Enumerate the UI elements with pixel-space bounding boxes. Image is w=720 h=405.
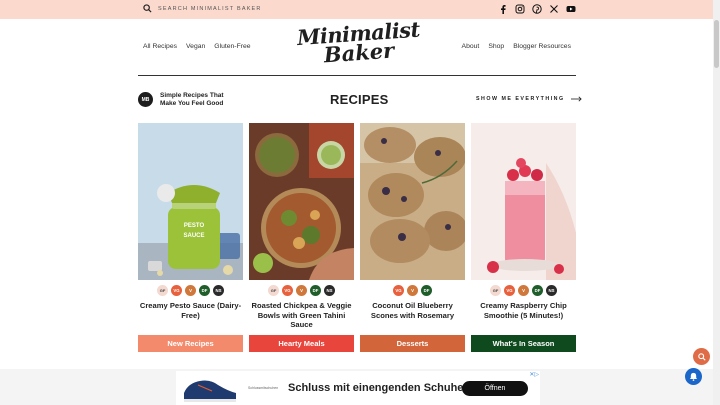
tag-gf: GF (268, 285, 279, 296)
tag-df: DF (532, 285, 543, 296)
new-recipes-button[interactable]: New Recipes (138, 335, 243, 352)
facebook-icon[interactable] (498, 4, 508, 14)
shoe-image (184, 380, 236, 402)
nav-vegan[interactable]: Vegan (186, 43, 205, 50)
tag-ns: NS (213, 285, 224, 296)
pinterest-icon[interactable] (532, 4, 542, 14)
nav-left: All Recipes Vegan Gluten-Free (143, 43, 251, 50)
diet-tags-chickpea-bowls: GF VG V DF NS (249, 285, 354, 296)
header-divider (138, 75, 576, 76)
mb-badge-logo: MB (138, 92, 153, 107)
arrow-right-icon (570, 96, 582, 102)
whats-in-season-button[interactable]: What's In Season (471, 335, 576, 352)
tag-ns: NS (324, 285, 335, 296)
diet-tags-smoothie: GF VG V DF NS (471, 285, 576, 296)
nav-about[interactable]: About (462, 43, 480, 50)
tag-gf: GF (490, 285, 501, 296)
nav-blogger-resources[interactable]: Blogger Resources (513, 43, 571, 50)
tag-vg: VG (282, 285, 293, 296)
ad-headline[interactable]: Schluss mit einengenden Schuhe (288, 382, 463, 394)
diet-tags-pesto: GF VG V DF NS (138, 285, 243, 296)
top-bar: SEARCH MINIMALIST BAKER (0, 0, 720, 19)
ad-close-icon[interactable]: ✕▷ (529, 371, 539, 378)
desserts-button[interactable]: Desserts (360, 335, 465, 352)
nav-all-recipes[interactable]: All Recipes (143, 43, 177, 50)
ad-brand: Schlussmitschuhen (248, 386, 279, 390)
recipe-image-chickpea-bowls[interactable] (249, 123, 354, 280)
search-icon (143, 4, 152, 13)
tag-v: V (407, 285, 418, 296)
nav-gluten-free[interactable]: Gluten-Free (214, 43, 250, 50)
ad-open-button[interactable]: Öffnen (462, 381, 528, 396)
notification-bell-button[interactable] (685, 368, 702, 385)
tag-df: DF (310, 285, 321, 296)
tagline: Simple Recipes That Make You Feel Good (160, 92, 224, 107)
ad-banner[interactable]: Schlussmitschuhen Schluss mit einengende… (176, 371, 540, 405)
youtube-icon[interactable] (566, 4, 576, 14)
show-me-everything-link[interactable]: SHOW ME EVERYTHING (476, 96, 582, 102)
recipe-title-pesto[interactable]: Creamy Pesto Sauce (Dairy-Free) (138, 301, 243, 320)
recipe-image-scones[interactable] (360, 123, 465, 280)
search-icon (697, 352, 706, 361)
search-placeholder[interactable]: SEARCH MINIMALIST BAKER (158, 6, 262, 12)
scrollbar-thumb[interactable] (714, 20, 719, 68)
site-logo[interactable]: Minimalist Baker (296, 17, 420, 70)
tag-v: V (296, 285, 307, 296)
tag-vg: VG (504, 285, 515, 296)
nav-shop[interactable]: Shop (488, 43, 504, 50)
search-bar[interactable]: SEARCH MINIMALIST BAKER (143, 4, 262, 13)
tag-v: V (185, 285, 196, 296)
diet-tags-scones: VG V DF (360, 285, 465, 296)
tag-v: V (518, 285, 529, 296)
section-title: RECIPES (330, 92, 389, 107)
tag-ns: NS (546, 285, 557, 296)
recipe-title-scones[interactable]: Coconut Oil Blueberry Scones with Rosema… (360, 301, 465, 320)
tag-df: DF (199, 285, 210, 296)
instagram-icon[interactable] (515, 4, 525, 14)
recipe-title-chickpea-bowls[interactable]: Roasted Chickpea & Veggie Bowls with Gre… (249, 301, 354, 330)
nav-right: About Shop Blogger Resources (462, 43, 571, 50)
recipe-image-smoothie[interactable] (471, 123, 576, 280)
recipe-image-pesto[interactable]: PESTO SAUCE (138, 123, 243, 280)
x-icon[interactable] (549, 4, 559, 14)
scrollbar[interactable] (713, 0, 720, 405)
jar-label-line-1: PESTO (184, 223, 205, 229)
social-links (498, 4, 576, 14)
jar-label-line-2: SAUCE (183, 233, 204, 239)
show-all-label[interactable]: SHOW ME EVERYTHING (476, 96, 565, 102)
tag-vg: VG (171, 285, 182, 296)
recipe-title-smoothie[interactable]: Creamy Raspberry Chip Smoothie (5 Minute… (471, 301, 576, 320)
tag-vg: VG (393, 285, 404, 296)
tag-df: DF (421, 285, 432, 296)
floating-search-button[interactable] (693, 348, 710, 365)
hearty-meals-button[interactable]: Hearty Meals (249, 335, 354, 352)
bell-icon (689, 372, 698, 381)
tag-gf: GF (157, 285, 168, 296)
